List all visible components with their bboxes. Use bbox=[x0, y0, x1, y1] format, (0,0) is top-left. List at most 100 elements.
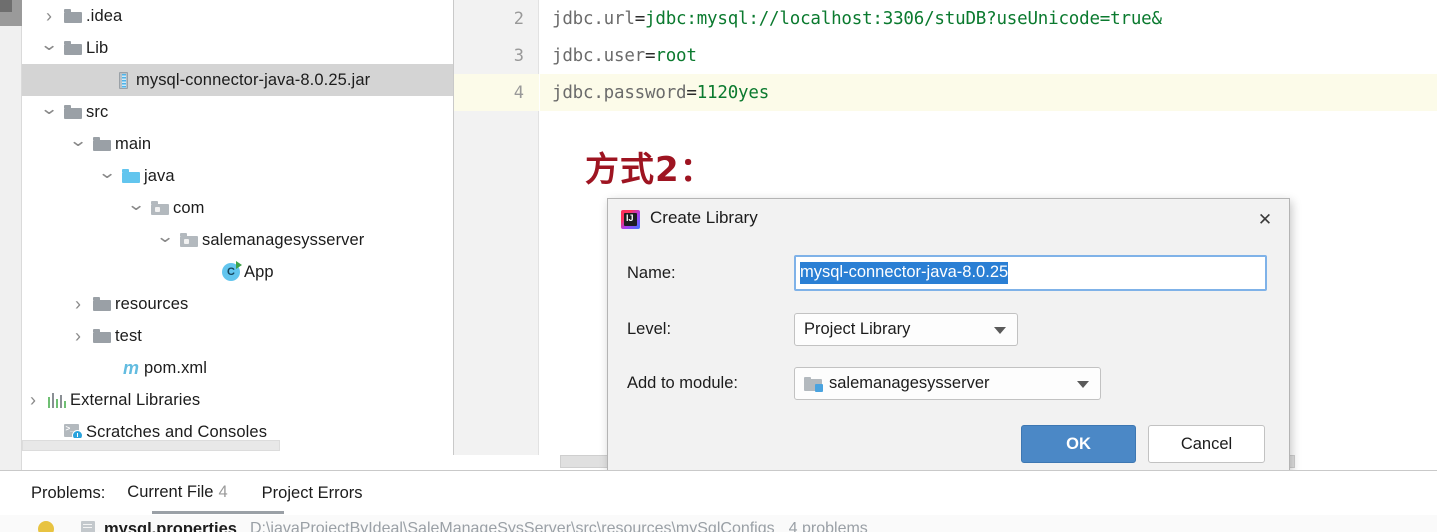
project-tree-hscrollbar[interactable] bbox=[22, 438, 453, 453]
tree-row[interactable]: ⌄ com bbox=[22, 192, 453, 224]
tree-row-label: mysql-connector-java-8.0.25.jar bbox=[136, 70, 371, 89]
tree-row-label: java bbox=[144, 166, 175, 185]
tree-row-label: pom.xml bbox=[144, 358, 208, 377]
chevron-down-icon bbox=[1077, 381, 1089, 388]
project-tree-scroll-thumb[interactable] bbox=[22, 440, 280, 451]
folder-icon bbox=[89, 297, 115, 311]
name-input[interactable]: mysql-connector-java-8.0.25 bbox=[794, 255, 1267, 291]
tab-project-errors[interactable]: Project Errors bbox=[262, 484, 363, 503]
chevron-down-icon[interactable]: ⌄ bbox=[125, 192, 147, 224]
maven-icon: m bbox=[122, 358, 139, 378]
problem-row[interactable]: mysql.properties D:\javaProjectByIdeal\S… bbox=[0, 515, 1437, 532]
add-to-module-label: Add to module: bbox=[627, 374, 738, 392]
external-libraries-icon bbox=[44, 392, 70, 408]
chevron-down-icon[interactable]: ⌄ bbox=[96, 160, 118, 192]
cancel-button[interactable]: Cancel bbox=[1148, 425, 1265, 463]
source-folder-icon bbox=[118, 169, 144, 183]
tree-arrow-placeholder bbox=[96, 352, 118, 384]
chevron-right-icon[interactable]: › bbox=[38, 0, 60, 32]
warning-icon bbox=[38, 521, 54, 532]
tree-arrow-placeholder bbox=[196, 256, 218, 288]
tree-row[interactable]: ⌄ salemanagesysserver bbox=[22, 224, 453, 256]
tree-row[interactable]: ⌄ main bbox=[22, 128, 453, 160]
tool-strip-block bbox=[0, 0, 22, 26]
tree-row[interactable]: › resources bbox=[22, 288, 453, 320]
name-label: Name: bbox=[627, 264, 676, 282]
chevron-down-icon[interactable]: ⌄ bbox=[38, 96, 60, 128]
tree-row-label: Lib bbox=[86, 38, 109, 57]
tree-row-label: .idea bbox=[86, 6, 123, 25]
property-value: 1120yes bbox=[696, 83, 770, 103]
module-folder-icon bbox=[804, 376, 823, 392]
tree-row-label: com bbox=[173, 198, 205, 217]
chevron-right-icon[interactable]: › bbox=[67, 320, 89, 352]
tree-row[interactable]: › test bbox=[22, 320, 453, 352]
problems-tabs: Problems: Current File 4 Project Errors bbox=[0, 477, 363, 509]
chevron-down-icon[interactable]: ⌄ bbox=[154, 224, 176, 256]
problems-title: Problems: bbox=[31, 483, 106, 502]
property-key: jdbc.url bbox=[552, 9, 635, 29]
chevron-right-icon[interactable]: › bbox=[22, 384, 44, 416]
tree-row-label: test bbox=[115, 326, 142, 345]
tree-row[interactable]: m pom.xml bbox=[22, 352, 453, 384]
tab-current-file[interactable]: Current File 4 bbox=[127, 483, 227, 504]
chevron-down-icon[interactable]: ⌄ bbox=[38, 32, 60, 64]
tree-row[interactable]: › External Libraries bbox=[22, 384, 453, 416]
add-to-module-value: salemanagesysserver bbox=[829, 374, 990, 392]
dialog-title: Create Library bbox=[650, 208, 758, 227]
tree-row-label: External Libraries bbox=[70, 390, 201, 409]
chevron-down-icon[interactable]: ⌄ bbox=[67, 128, 89, 160]
tree-row[interactable]: › .idea bbox=[22, 0, 453, 32]
property-key: jdbc.user bbox=[552, 46, 646, 66]
package-icon bbox=[147, 201, 173, 215]
left-tool-strip bbox=[0, 0, 22, 478]
gutter-current-line-highlight bbox=[454, 74, 539, 111]
jar-file-icon bbox=[110, 71, 136, 89]
line-number: 4 bbox=[513, 83, 524, 103]
tree-arrow-placeholder bbox=[88, 64, 110, 96]
tool-strip-block-inner bbox=[0, 0, 12, 12]
text-caret bbox=[1008, 264, 1010, 282]
close-icon[interactable]: ✕ bbox=[1253, 207, 1277, 231]
tree-row[interactable]: ⌄ Lib bbox=[22, 32, 453, 64]
folder-icon bbox=[60, 105, 86, 119]
tree-row[interactable]: mysql-connector-java-8.0.25.jar bbox=[22, 64, 453, 96]
tree-row-label: salemanagesysserver bbox=[202, 230, 365, 249]
tree-row[interactable]: C App bbox=[22, 256, 453, 288]
annotation-text: 方式2： bbox=[585, 150, 715, 190]
package-icon bbox=[176, 233, 202, 247]
folder-icon bbox=[89, 329, 115, 343]
property-separator: = bbox=[634, 9, 646, 29]
add-to-module-dropdown[interactable]: salemanagesysserver bbox=[794, 367, 1101, 400]
code-line: jdbc.user=root bbox=[552, 46, 697, 66]
runnable-class-icon: C bbox=[218, 261, 244, 281]
project-tree[interactable]: › .idea ⌄ Lib mysql-connector-java-8.0.25.ja… bbox=[22, 0, 453, 455]
tree-row-label: App bbox=[244, 262, 274, 281]
property-value: root bbox=[655, 46, 697, 66]
ok-button[interactable]: OK bbox=[1021, 425, 1136, 463]
code-line: jdbc.password=1120yes bbox=[552, 83, 769, 103]
property-separator: = bbox=[686, 83, 697, 103]
tree-row[interactable]: ⌄ java bbox=[22, 160, 453, 192]
tab-current-file-label: Current File bbox=[127, 482, 214, 501]
tree-row[interactable]: ⌄ src bbox=[22, 96, 453, 128]
dialog-titlebar: IJ Create Library ✕ bbox=[608, 199, 1289, 239]
create-library-dialog: IJ Create Library ✕ Name: mysql-connecto… bbox=[607, 198, 1290, 472]
folder-icon bbox=[60, 9, 86, 23]
problem-count: 4 problems bbox=[788, 520, 868, 532]
problem-file-name: mysql.properties bbox=[104, 519, 237, 532]
properties-file-icon bbox=[80, 520, 99, 532]
folder-icon bbox=[60, 41, 86, 55]
level-dropdown[interactable]: Project Library bbox=[794, 313, 1018, 346]
editor-gutter: 2 3 4 bbox=[454, 0, 539, 455]
chevron-right-icon[interactable]: › bbox=[67, 288, 89, 320]
